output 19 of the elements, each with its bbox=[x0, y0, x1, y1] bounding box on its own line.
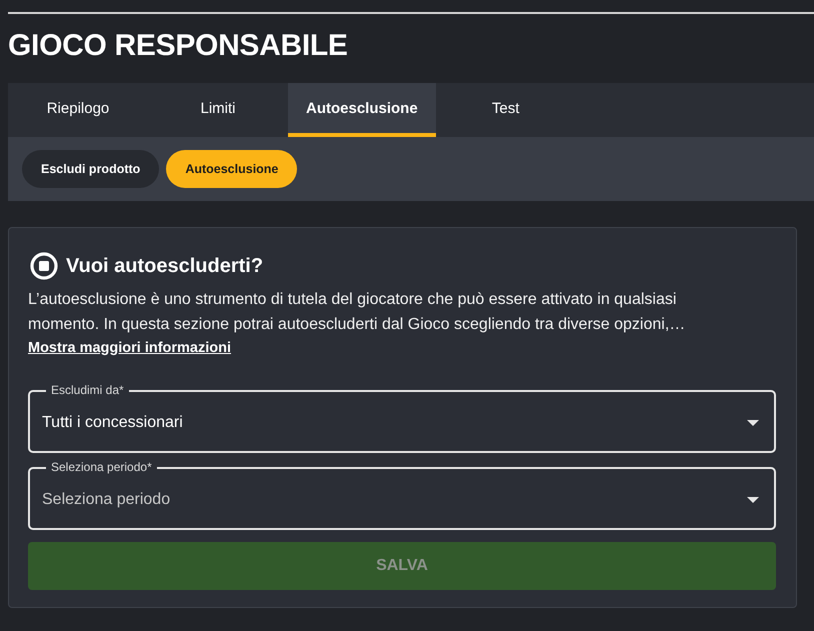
description-text: L’autoesclusione è uno strumento di tutela del giocatore che può essere attivato in qualsiasi momento. In questa sezione potrai autoescluderti dal Gioco scegliendo tra diverse opzioni,… bbox=[28, 290, 686, 335]
dropdown-value: Tutti i concessionari bbox=[42, 414, 184, 432]
tab[interactable]: Test bbox=[436, 83, 576, 137]
tab[interactable]: Limiti bbox=[148, 83, 288, 137]
caret-icon bbox=[747, 496, 759, 502]
page-title: GIOCO RESPONSABILE bbox=[8, 28, 349, 64]
more-info-link[interactable]: Mostra maggiori informazioni bbox=[28, 338, 232, 358]
sub-tab[interactable]: Autoesclusione bbox=[166, 150, 298, 188]
section-heading: Vuoi autoescluderti? bbox=[66, 254, 264, 279]
stop-circle-icon bbox=[30, 252, 58, 280]
dropdown-field[interactable]: Seleziona periodo* Seleziona periodo bbox=[28, 461, 776, 530]
dropdown-placeholder: Seleziona periodo bbox=[42, 490, 172, 508]
caret-icon bbox=[747, 420, 759, 426]
dropdown-field[interactable]: Escludimi da* Tutti i concessionari bbox=[28, 384, 776, 453]
tab[interactable]: Autoesclusione bbox=[288, 83, 436, 137]
sub-tab[interactable]: Escludi prodotto bbox=[22, 150, 160, 188]
field-label: Escludimi da* bbox=[50, 384, 125, 397]
tab[interactable]: Riepilogo bbox=[8, 83, 148, 137]
field-label: Seleziona periodo* bbox=[50, 461, 153, 474]
